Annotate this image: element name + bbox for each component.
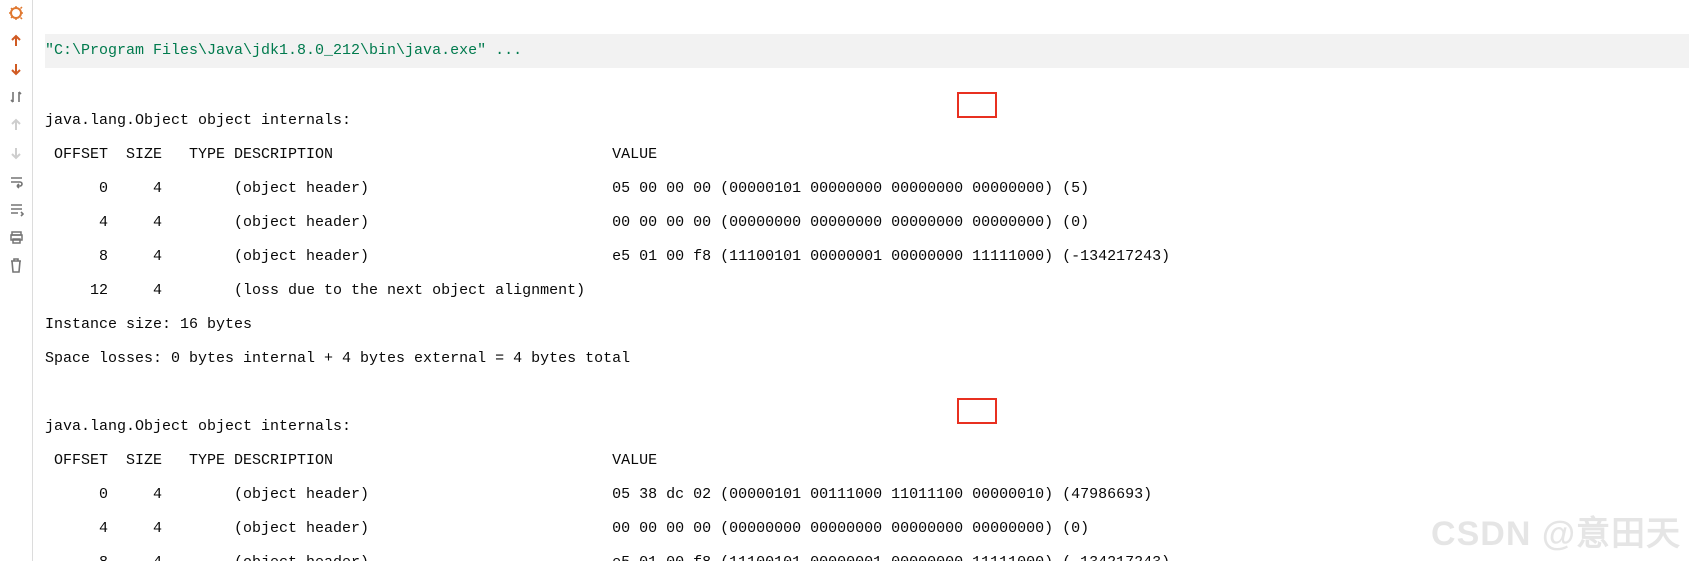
arrow-up-icon[interactable] [7,32,25,50]
debug-icon[interactable] [7,4,25,22]
console-root: "C:\Program Files\Java\jdk1.8.0_212\bin\… [0,0,1701,561]
watermark: CSDN @意田天 [1431,517,1681,551]
arrow-down-dim-icon [7,144,25,162]
sort-icon[interactable] [7,88,25,106]
console-gutter [0,0,33,561]
arrow-down-icon[interactable] [7,60,25,78]
command-line: "C:\Program Files\Java\jdk1.8.0_212\bin\… [45,34,1689,68]
section2-header: OFFSET SIZE TYPE DESCRIPTION VALUE [45,452,657,469]
section2-row-2: 8 4 (object header) e5 01 00 f8 (1110010… [45,554,1170,561]
section1-title: java.lang.Object object internals: [45,112,351,129]
console-output[interactable]: "C:\Program Files\Java\jdk1.8.0_212\bin\… [33,0,1701,561]
section1-row-0: 0 4 (object header) 05 00 00 00 (0000010… [45,180,1089,197]
trash-icon[interactable] [7,256,25,274]
section1-row-1: 4 4 (object header) 00 00 00 00 (0000000… [45,214,1089,231]
section1-row-3: 12 4 (loss due to the next object alignm… [45,282,585,299]
highlight-box-2 [957,398,997,424]
section1-row-2: 8 4 (object header) e5 01 00 f8 (1110010… [45,248,1170,265]
section1-header: OFFSET SIZE TYPE DESCRIPTION VALUE [45,146,657,163]
section2-title: java.lang.Object object internals: [45,418,351,435]
command-text: "C:\Program Files\Java\jdk1.8.0_212\bin\… [45,42,522,59]
print-icon[interactable] [7,228,25,246]
wrap-icon[interactable] [7,172,25,190]
section1-instance: Instance size: 16 bytes [45,316,252,333]
scroll-to-end-icon[interactable] [7,200,25,218]
section2-row-0: 0 4 (object header) 05 38 dc 02 (0000010… [45,486,1152,503]
arrow-up-dim-icon [7,116,25,134]
section2-row-1: 4 4 (object header) 00 00 00 00 (0000000… [45,520,1089,537]
highlight-box-1 [957,92,997,118]
section1-losses: Space losses: 0 bytes internal + 4 bytes… [45,350,630,367]
